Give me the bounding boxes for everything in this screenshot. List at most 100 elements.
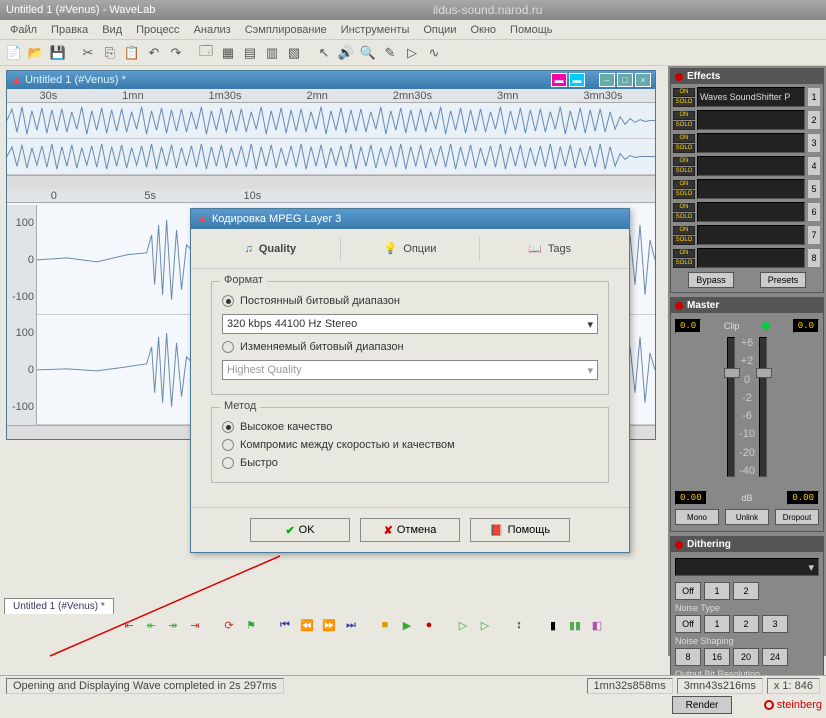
- play-selection2-icon[interactable]: ▷: [476, 616, 494, 634]
- gain-right-display[interactable]: 0.0: [793, 319, 819, 333]
- time-ruler-overview[interactable]: 30s 1mn 1m30s 2mn 2mn30s 3mn 3mn30s: [7, 89, 655, 103]
- marker2-icon[interactable]: ▬: [569, 73, 585, 87]
- overview-track-right[interactable]: [7, 139, 655, 175]
- time-ruler-detail[interactable]: 0 5s 10s: [7, 189, 655, 203]
- clip-led-icon[interactable]: [762, 322, 770, 330]
- overview-scrollbar[interactable]: [7, 175, 655, 189]
- slot-number[interactable]: 1: [807, 87, 821, 107]
- peak-left-display[interactable]: 0.00: [675, 491, 707, 505]
- menu-tools[interactable]: Инструменты: [335, 22, 416, 38]
- ok-button[interactable]: ✔ OK: [250, 518, 350, 542]
- dropout-button[interactable]: Dropout: [775, 509, 819, 525]
- save-icon[interactable]: 💾: [48, 43, 68, 63]
- cascade-icon[interactable]: ▤: [240, 43, 260, 63]
- marker-icon[interactable]: ▬: [551, 73, 567, 87]
- effects-panel-title[interactable]: Effects: [671, 69, 823, 84]
- stop-icon[interactable]: ■: [376, 616, 394, 634]
- tab-quality[interactable]: ♫ Quality: [201, 235, 340, 263]
- effect-slot-3[interactable]: ONSOLO3: [673, 132, 821, 154]
- minimize-icon[interactable]: –: [599, 73, 615, 87]
- jog-icon[interactable]: ↕: [510, 616, 528, 634]
- fader-right[interactable]: [759, 337, 767, 477]
- peak-right-display[interactable]: 0.00: [787, 491, 819, 505]
- fx-solo-button[interactable]: SOLO: [673, 98, 695, 107]
- radio-constant-bitrate[interactable]: Постоянный битовый диапазон: [222, 292, 598, 310]
- meter2-icon[interactable]: ▮▮: [566, 616, 584, 634]
- dither-type-dropdown[interactable]: ▾: [675, 558, 819, 576]
- cancel-button[interactable]: ✘ Отмена: [360, 518, 460, 542]
- effect-name[interactable]: Waves SoundShifter P: [697, 87, 805, 107]
- menu-edit[interactable]: Правка: [45, 22, 94, 38]
- radio-high-quality[interactable]: Высокое качество: [222, 418, 598, 436]
- bypass-button[interactable]: Bypass: [688, 272, 734, 288]
- bitrate-dropdown[interactable]: 320 kbps 44100 Hz Stereo ▾: [222, 314, 598, 334]
- help-button[interactable]: 📕 Помощь: [470, 518, 570, 542]
- layout2-icon[interactable]: ▧: [284, 43, 304, 63]
- effect-slot-1[interactable]: ONSOLO Waves SoundShifter P 1: [673, 86, 821, 108]
- layout-icon[interactable]: ▥: [262, 43, 282, 63]
- menu-process[interactable]: Процесс: [130, 22, 185, 38]
- spectrum-icon[interactable]: ◧: [588, 616, 606, 634]
- menu-help[interactable]: Помощь: [504, 22, 559, 38]
- menu-sampling[interactable]: Сэмплирование: [239, 22, 333, 38]
- play-selection-icon[interactable]: ▷: [454, 616, 472, 634]
- cut-icon[interactable]: ✂: [78, 43, 98, 63]
- gain-left-display[interactable]: 0.0: [675, 319, 701, 333]
- forward-icon[interactable]: ⏩: [320, 616, 338, 634]
- effect-slot-8[interactable]: ONSOLO8: [673, 247, 821, 269]
- dialog-titlebar[interactable]: ▲ Кодировка MPEG Layer 3: [191, 209, 629, 229]
- noise-type-2[interactable]: 2: [733, 582, 759, 600]
- noise-type-1[interactable]: 1: [704, 582, 730, 600]
- effect-slot-7[interactable]: ONSOLO7: [673, 224, 821, 246]
- fader-thumb[interactable]: [756, 368, 772, 378]
- paste-icon[interactable]: 📋: [122, 43, 142, 63]
- fader-thumb[interactable]: [724, 368, 740, 378]
- noise-type-off[interactable]: Off: [675, 582, 701, 600]
- close-icon[interactable]: ×: [635, 73, 651, 87]
- menu-file[interactable]: Файл: [4, 22, 43, 38]
- mono-button[interactable]: Mono: [675, 509, 719, 525]
- fader-left[interactable]: [727, 337, 735, 477]
- tab-options[interactable]: 💡 Опции: [341, 234, 480, 263]
- undo-icon[interactable]: ↶: [144, 43, 164, 63]
- play-tool-icon[interactable]: ▷: [402, 43, 422, 63]
- effect-slot-4[interactable]: ONSOLO4: [673, 155, 821, 177]
- menu-analysis[interactable]: Анализ: [188, 22, 237, 38]
- radio-compromise[interactable]: Компромис между скоростью и качеством: [222, 436, 598, 454]
- noise-shaping-1[interactable]: 1: [704, 615, 730, 633]
- meter-icon[interactable]: ▮: [544, 616, 562, 634]
- presets-button[interactable]: Presets: [760, 272, 806, 288]
- radio-fast[interactable]: Быстро: [222, 454, 598, 472]
- menu-window[interactable]: Окно: [464, 22, 502, 38]
- play-icon[interactable]: ▶: [398, 616, 416, 634]
- effect-slot-5[interactable]: ONSOLO5: [673, 178, 821, 200]
- fx-on-button[interactable]: ON: [673, 88, 695, 97]
- tab-tags[interactable]: 📖 Tags: [480, 234, 619, 263]
- redo-icon[interactable]: ↷: [166, 43, 186, 63]
- maximize-icon[interactable]: □: [617, 73, 633, 87]
- bit-res-24[interactable]: 24: [762, 648, 788, 666]
- menu-view[interactable]: Вид: [96, 22, 128, 38]
- dithering-panel-title[interactable]: Dithering: [671, 537, 823, 552]
- record-icon[interactable]: ●: [420, 616, 438, 634]
- effect-slot-2[interactable]: ONSOLO2: [673, 109, 821, 131]
- window-icon[interactable]: 🗔: [196, 43, 216, 63]
- effect-slot-6[interactable]: ONSOLO6: [673, 201, 821, 223]
- pencil-icon[interactable]: ✎: [380, 43, 400, 63]
- radio-variable-bitrate[interactable]: Изменяемый битовый диапазон: [222, 338, 598, 356]
- bit-res-8[interactable]: 8: [675, 648, 701, 666]
- open-icon[interactable]: 📂: [26, 43, 46, 63]
- menu-options[interactable]: Опции: [417, 22, 462, 38]
- loop-tool-icon[interactable]: ∿: [424, 43, 444, 63]
- noise-shaping-2[interactable]: 2: [733, 615, 759, 633]
- speaker-icon[interactable]: 🔊: [336, 43, 356, 63]
- zoom-icon[interactable]: 🔍: [358, 43, 378, 63]
- waveform-titlebar[interactable]: ▲ Untitled 1 (#Venus) * ▬ ▬ – □ ×: [7, 71, 655, 89]
- copy-icon[interactable]: ⎘: [100, 43, 120, 63]
- master-panel-title[interactable]: Master: [671, 298, 823, 313]
- cursor-icon[interactable]: ↖: [314, 43, 334, 63]
- tile-icon[interactable]: ▦: [218, 43, 238, 63]
- unlink-button[interactable]: Unlink: [725, 509, 769, 525]
- bit-res-16[interactable]: 16: [704, 648, 730, 666]
- new-icon[interactable]: 📄: [4, 43, 24, 63]
